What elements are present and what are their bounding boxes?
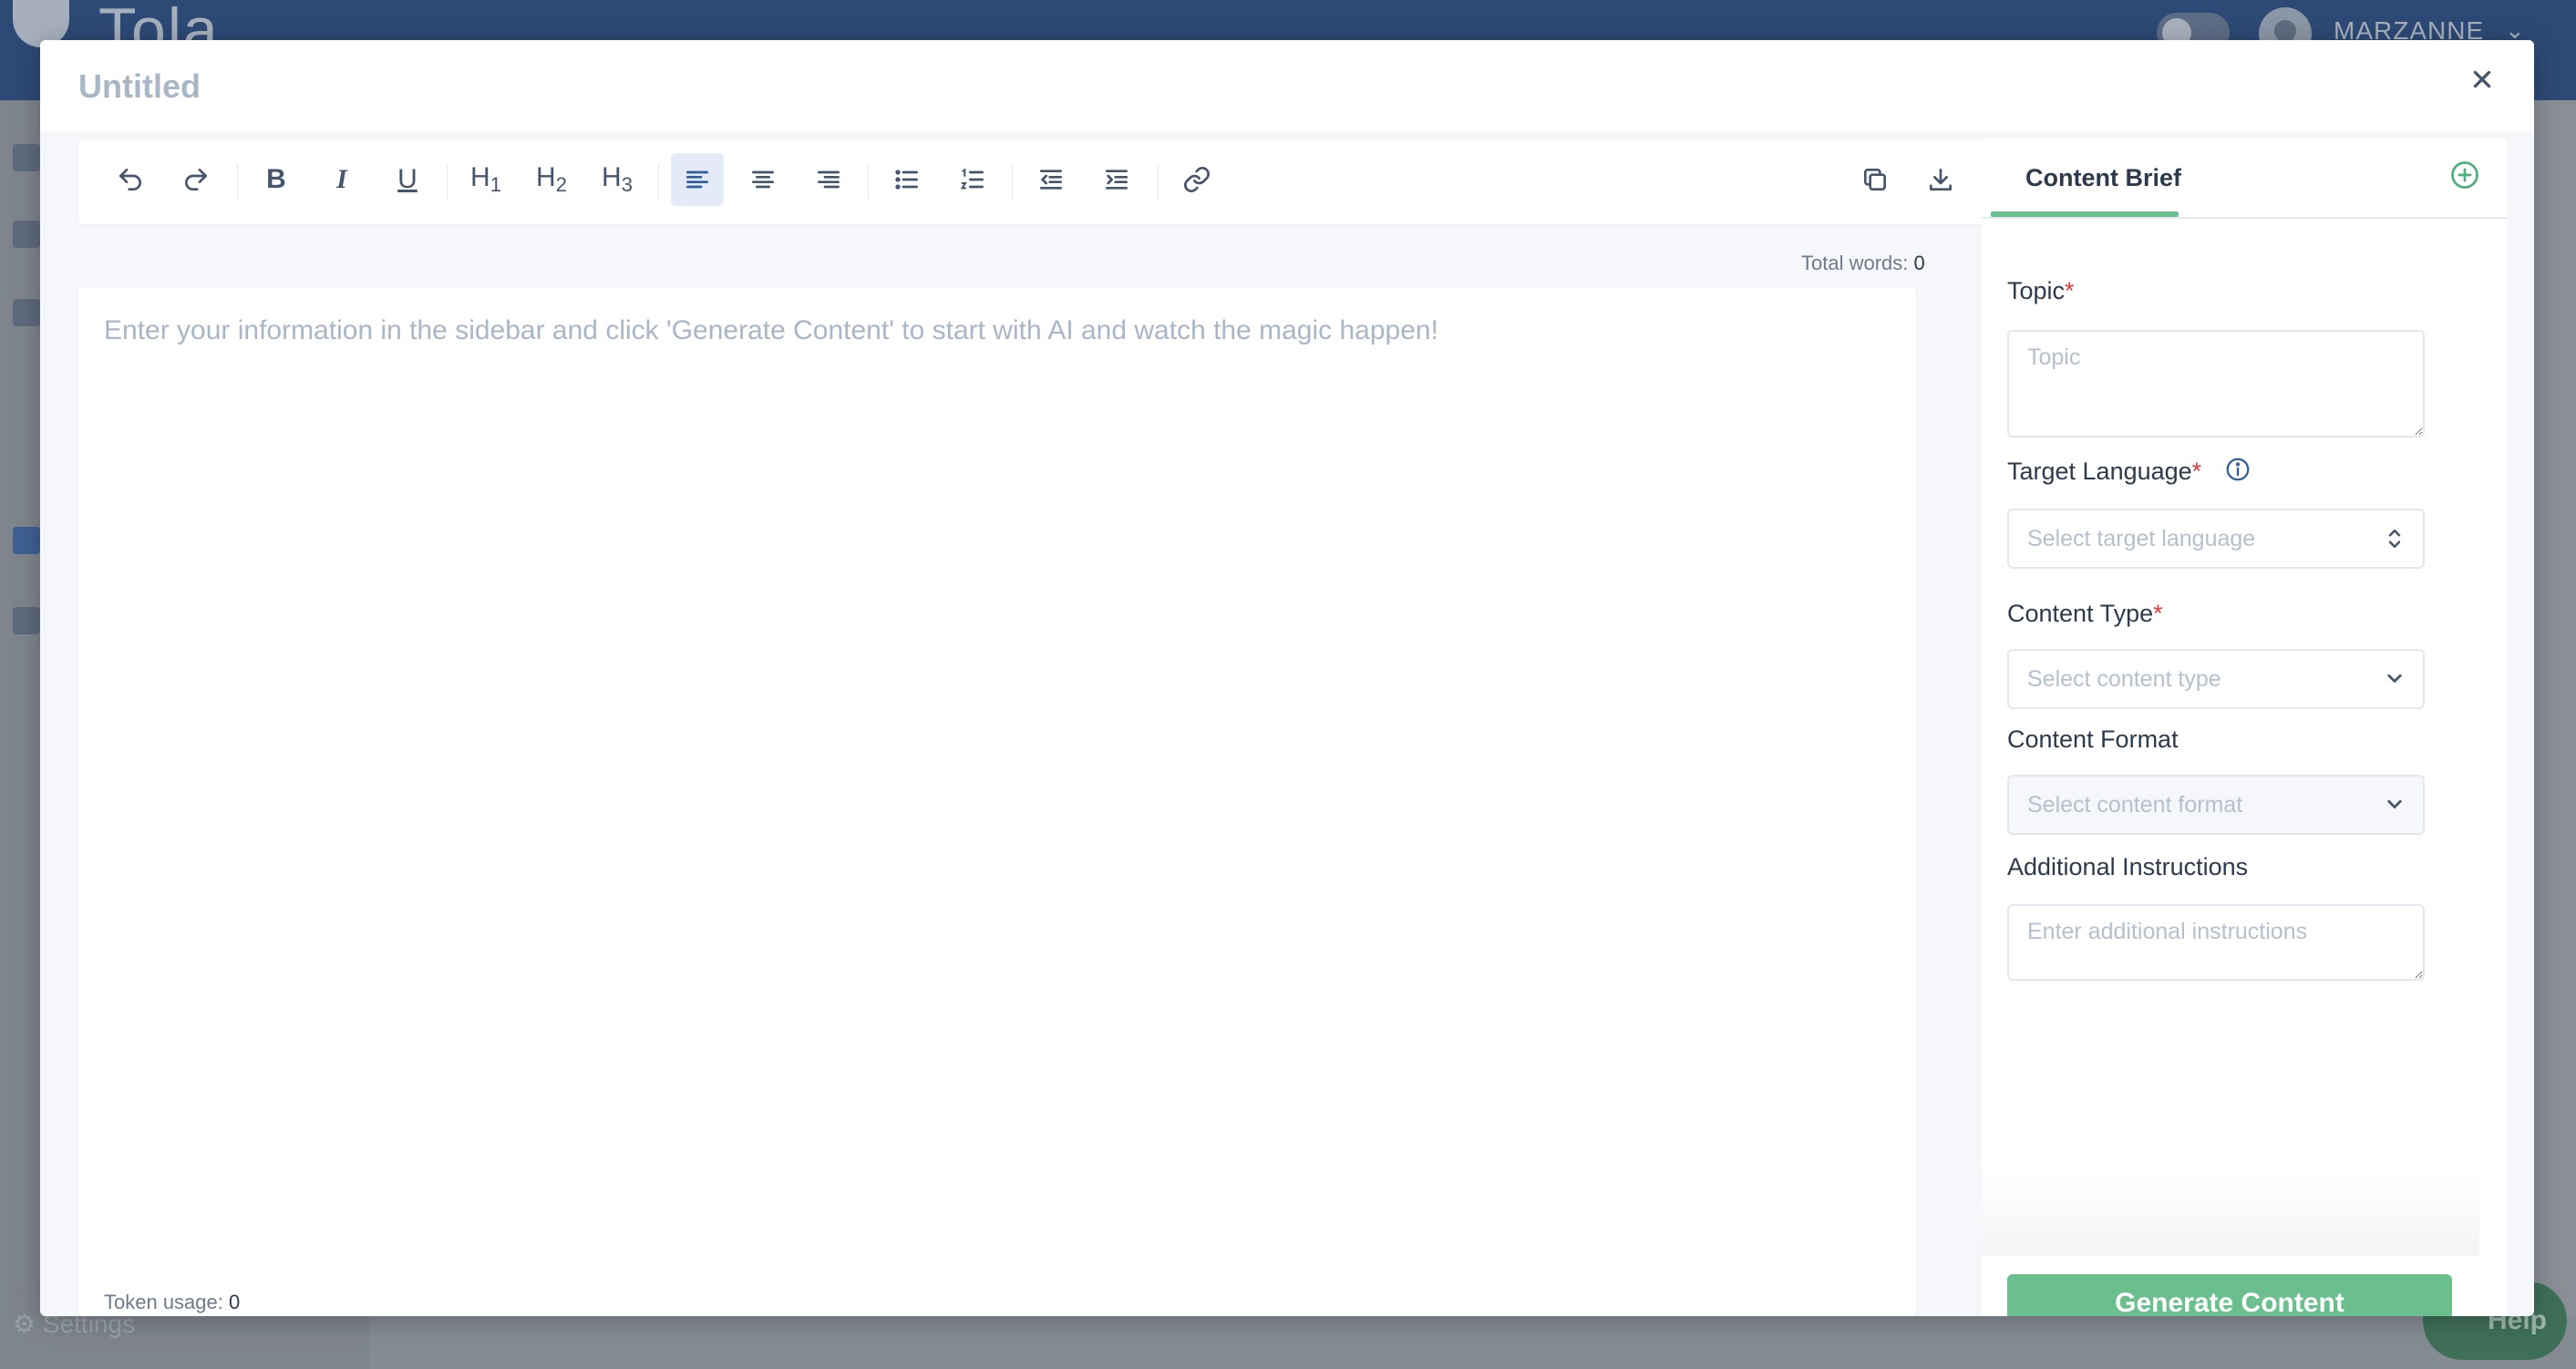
topic-input[interactable] [2007,330,2425,437]
topic-label: Topic* [2007,277,2075,304]
additional-instructions-label: Additional Instructions [2007,853,2249,880]
document-add-icon[interactable] [13,527,40,554]
document-title[interactable]: Untitled [78,67,201,106]
target-language-select[interactable]: Select target language [2007,509,2425,569]
sidebar-menu-icon[interactable] [13,144,40,171]
download-button[interactable] [1914,153,1967,206]
token-usage-label: Token usage: [104,1291,223,1313]
underline-button[interactable]: U [381,153,434,206]
required-marker: * [2065,277,2075,304]
main-area [369,1317,2576,1369]
content-type-select[interactable]: Select content type [2007,649,2425,709]
toolbar-divider [237,164,238,201]
chat-icon[interactable] [13,607,40,634]
add-tab-button[interactable] [2448,159,2481,191]
total-words: Total words: 0 [1801,252,1925,275]
italic-icon: I [336,164,347,194]
content-format-select[interactable]: Select content format [2007,775,2425,835]
underline-icon: U [397,164,417,194]
indent-button[interactable] [1090,153,1143,206]
token-usage-value: 0 [229,1291,241,1313]
total-words-label: Total words: [1801,252,1909,274]
panel-scroll-fade [1982,1168,2479,1256]
generate-content-button[interactable]: Generate Content [2007,1274,2452,1316]
info-icon[interactable] [2224,456,2251,483]
toolbar-divider [1012,164,1013,201]
target-language-placeholder: Select target language [2027,525,2256,551]
tab-content-brief[interactable]: Content Brief [2025,164,2181,192]
heading-3-button[interactable]: H3 [591,153,644,206]
align-left-button[interactable] [671,153,724,206]
plus-circle-icon [2451,161,2478,189]
italic-button[interactable]: I [315,153,368,206]
bullet-list-icon [895,170,918,190]
align-right-icon [818,170,840,189]
tab-active-indicator [1991,211,2179,217]
chevron-down-icon [2385,791,2405,818]
editor-placeholder: Enter your information in the sidebar an… [104,315,1438,345]
undo-icon [119,169,141,190]
bold-button[interactable]: B [250,153,303,206]
redo-button[interactable] [170,153,222,206]
content-format-placeholder: Select content format [2027,791,2243,818]
numbered-list-button[interactable] [946,153,999,206]
content-format-label: Content Format [2007,726,2179,753]
download-icon [1930,169,1952,190]
undo-button[interactable] [104,153,157,206]
content-brief-panel: Content Brief Topic* Target Language* Se… [1982,139,2507,1316]
panel-tabs: Content Brief [1982,139,2507,219]
chevron-down-icon [2385,665,2405,693]
align-left-icon [686,170,708,189]
heading-3-icon: H3 [602,162,633,196]
link-icon [1184,167,1210,192]
toolbar-divider [1158,164,1159,201]
copy-button[interactable] [1849,153,1901,206]
total-words-value: 0 [1913,252,1925,274]
editor-toolbar: B I U H1 H2 H3 [78,140,1994,224]
align-center-icon [752,170,774,189]
numbered-list-icon [960,168,984,190]
align-right-button[interactable] [802,153,855,206]
toolbar-divider [868,164,869,201]
copy-icon [1864,169,1886,190]
align-center-button[interactable] [737,153,789,206]
additional-instructions-input[interactable] [2007,904,2425,981]
close-button[interactable] [2459,57,2505,102]
close-icon [2473,70,2491,88]
calendar-icon[interactable] [13,299,40,326]
heading-2-icon: H2 [536,162,567,196]
insert-link-button[interactable] [1170,153,1223,206]
chevron-up-down-icon [2385,525,2405,552]
outdent-button[interactable] [1025,153,1077,206]
required-marker: * [2191,458,2202,485]
redo-icon [185,169,207,190]
heading-2-button[interactable]: H2 [525,153,578,206]
content-type-label: Content Type* [2007,600,2163,627]
content-editor-modal: Untitled B I U H1 H2 H3 Total words: 0 E… [40,40,2534,1316]
heading-1-icon: H1 [470,162,501,196]
toolbar-divider [658,164,659,201]
content-type-placeholder: Select content type [2027,665,2221,692]
dashboard-icon[interactable] [13,221,40,248]
editor-content-area[interactable]: Enter your information in the sidebar an… [78,288,1916,1316]
indent-icon [1106,170,1128,190]
bullet-list-button[interactable] [881,153,933,206]
modal-header: Untitled [40,40,2534,131]
required-marker: * [2153,600,2163,627]
outdent-icon [1040,170,1062,190]
bold-icon: B [266,164,286,194]
target-language-label: Target Language* [2007,458,2250,486]
toolbar-divider [447,164,448,201]
heading-1-button[interactable]: H1 [459,153,512,206]
token-usage: Token usage: 0 [104,1291,240,1314]
